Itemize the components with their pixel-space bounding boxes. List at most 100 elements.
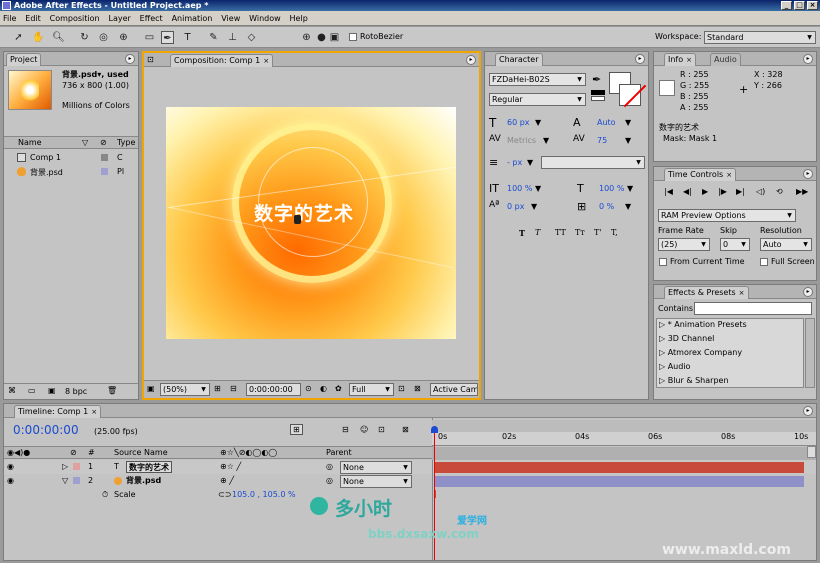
- layer-name[interactable]: 背景.psd: [126, 474, 161, 488]
- zoom-tool-icon[interactable]: 🔍︎: [52, 31, 65, 44]
- grid-icon[interactable]: ⊟: [230, 384, 237, 393]
- play-icon[interactable]: ▶: [702, 187, 708, 197]
- chevron-down-icon[interactable]: ▼: [625, 202, 631, 211]
- mask-tool-icon[interactable]: ▭: [143, 31, 156, 44]
- timeline-timecode[interactable]: 0:00:00:00: [13, 423, 79, 437]
- workspace-dropdown[interactable]: Standard ▼: [704, 31, 816, 44]
- playhead-icon[interactable]: [431, 426, 438, 433]
- tab-time-controls[interactable]: Time Controls ×: [664, 168, 737, 181]
- work-area-bar[interactable]: [432, 420, 816, 432]
- clone-stamp-tool-icon[interactable]: ⊥: [226, 31, 239, 44]
- leading-value[interactable]: Auto: [597, 118, 616, 127]
- skip-dropdown[interactable]: 0 ▼: [720, 238, 750, 251]
- new-comp-icon[interactable]: ▣: [48, 386, 56, 395]
- list-item[interactable]: ▷ Audio: [659, 362, 690, 371]
- menu-edit[interactable]: Edit: [22, 11, 44, 26]
- baseline-shift-value[interactable]: 0 px: [507, 202, 524, 211]
- stroke-style-dropdown[interactable]: ▼: [541, 156, 645, 169]
- font-size-value[interactable]: 60 px: [507, 118, 530, 127]
- eye-icon[interactable]: ◉: [7, 474, 14, 488]
- ram-preview-dropdown[interactable]: RAM Preview Options ▼: [658, 209, 796, 222]
- chevron-down-icon[interactable]: ▼: [625, 136, 631, 145]
- menu-effect[interactable]: Effect: [137, 11, 166, 26]
- link-icon[interactable]: ⊂⊃: [218, 488, 231, 502]
- list-item[interactable]: ▷ Atmorex Company: [659, 348, 742, 357]
- expand-arrow-icon[interactable]: ▷: [62, 460, 68, 474]
- font-style-dropdown[interactable]: Regular ▼: [489, 93, 586, 106]
- col-source-header[interactable]: Source Name: [114, 448, 168, 457]
- axis-mode-icon[interactable]: ⊕: [300, 31, 313, 44]
- black-swatch[interactable]: [591, 90, 605, 95]
- tab-timeline[interactable]: Timeline: Comp 1 ×: [14, 405, 102, 418]
- motion-blur-icon[interactable]: ⊠: [402, 425, 409, 434]
- transparency-grid-icon[interactable]: ⊠: [414, 384, 421, 393]
- from-current-time-checkbox[interactable]: [659, 258, 667, 266]
- rotate-tool-icon[interactable]: ↻: [78, 31, 91, 44]
- vertical-scale-value[interactable]: 100 %: [507, 184, 532, 193]
- effects-search-input[interactable]: [694, 302, 812, 315]
- world-axis-icon[interactable]: ●: [315, 31, 328, 44]
- stopwatch-icon[interactable]: ⏱︎: [102, 488, 108, 502]
- layer-bar[interactable]: [434, 476, 804, 487]
- last-frame-icon[interactable]: ▶|: [736, 187, 745, 197]
- audio-icon[interactable]: ◁): [756, 187, 765, 197]
- layer-bar[interactable]: [434, 462, 804, 473]
- resolution-dropdown[interactable]: Full ▼: [349, 383, 394, 396]
- menu-view[interactable]: View: [218, 11, 243, 26]
- camera-snapshot-icon[interactable]: ⊙: [305, 384, 312, 393]
- menu-help[interactable]: Help: [287, 11, 311, 26]
- list-item[interactable]: ▷ * Animation Presets: [659, 320, 747, 329]
- tracking-value[interactable]: 75: [597, 136, 607, 145]
- show-channel-icon[interactable]: ◐: [320, 384, 327, 393]
- panel-menu-icon[interactable]: ▸: [803, 406, 813, 416]
- layer-name[interactable]: 数字的艺术: [126, 461, 172, 473]
- close-icon[interactable]: ×: [726, 171, 732, 179]
- white-swatch[interactable]: [591, 96, 605, 101]
- overlay-title[interactable]: 数字的艺术: [254, 199, 354, 226]
- menu-window[interactable]: Window: [246, 11, 284, 26]
- color-channel-icon[interactable]: ✿: [335, 384, 342, 393]
- scale-value[interactable]: 105.0 , 105.0 %: [232, 488, 296, 502]
- chevron-down-icon[interactable]: ▼: [535, 184, 541, 193]
- tsume-value[interactable]: 0 %: [599, 202, 614, 211]
- label-swatch[interactable]: [73, 463, 80, 470]
- rotobezier-checkbox[interactable]: [349, 33, 357, 41]
- previous-frame-icon[interactable]: ◀|: [683, 187, 692, 197]
- menu-animation[interactable]: Animation: [169, 11, 216, 26]
- all-caps-button[interactable]: TT: [555, 228, 566, 237]
- pen-tool-icon[interactable]: ✒: [161, 31, 174, 44]
- col-type-header[interactable]: Type: [117, 138, 135, 147]
- interpret-footage-icon[interactable]: ⌘: [8, 386, 16, 395]
- parent-dropdown[interactable]: None ▼: [340, 475, 412, 488]
- bpc-label[interactable]: 8 bpc: [65, 387, 87, 396]
- faux-italic-button[interactable]: T: [535, 228, 540, 237]
- property-row[interactable]: ⏱︎ Scale ⊂⊃ 105.0 , 105.0 %: [4, 488, 816, 502]
- panel-menu-icon[interactable]: ▸: [125, 54, 135, 64]
- comp-flowchart-icon[interactable]: ⊞: [290, 424, 303, 435]
- tab-character[interactable]: Character: [495, 53, 543, 66]
- close-button[interactable]: ×: [807, 1, 818, 10]
- panel-menu-icon[interactable]: ▸: [803, 169, 813, 179]
- tab-audio[interactable]: Audio: [710, 53, 741, 66]
- eye-icon[interactable]: ◉: [7, 460, 14, 474]
- stroke-color-swatch[interactable]: [619, 84, 647, 108]
- project-row[interactable]: Comp 1 C: [4, 152, 138, 165]
- region-of-interest-icon[interactable]: ⊡: [398, 384, 405, 393]
- col-name-header[interactable]: Name: [18, 138, 42, 147]
- subscript-button[interactable]: T,: [611, 228, 618, 237]
- parent-dropdown[interactable]: None ▼: [340, 461, 412, 474]
- kerning-value[interactable]: Metrics: [507, 136, 536, 145]
- camera-tool-icon[interactable]: ◎: [97, 31, 110, 44]
- next-frame-icon[interactable]: |▶: [718, 187, 727, 197]
- tab-info[interactable]: Info ×: [664, 53, 697, 66]
- project-row[interactable]: 背景.psd Pl: [4, 166, 138, 179]
- panel-menu-icon[interactable]: ▸: [466, 55, 476, 65]
- pan-behind-tool-icon[interactable]: ⊕: [117, 31, 130, 44]
- ram-preview-icon[interactable]: ▶▶: [796, 187, 808, 197]
- font-family-dropdown[interactable]: FZDaHei-B02S ▼: [489, 73, 586, 86]
- hide-shy-icon[interactable]: ☺: [360, 425, 368, 434]
- menu-composition[interactable]: Composition: [47, 11, 103, 26]
- zoom-dropdown[interactable]: (50%) ▼: [160, 383, 210, 396]
- tab-effects-presets[interactable]: Effects & Presets ×: [664, 286, 749, 299]
- list-item[interactable]: ▷ Blur & Sharpen: [659, 376, 729, 385]
